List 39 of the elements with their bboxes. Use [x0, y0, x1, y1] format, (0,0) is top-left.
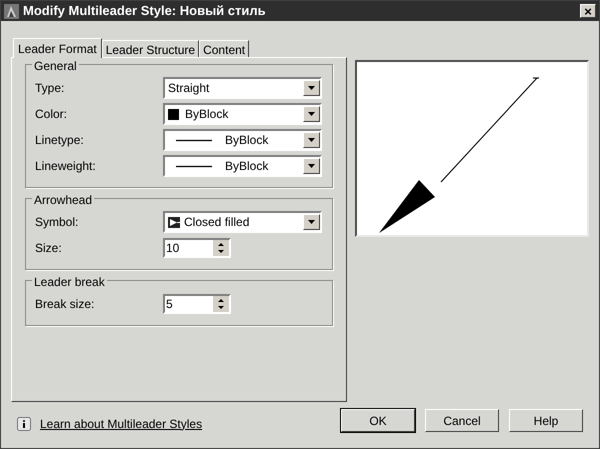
- dropdown-field[interactable]: ByBlock: [163, 129, 322, 151]
- field-label: Symbol:: [35, 214, 80, 231]
- tab[interactable]: Leader Structure: [102, 40, 200, 57]
- field-label: Lineweight:: [35, 158, 97, 175]
- dropdown-field[interactable]: ByBlock: [163, 155, 322, 177]
- arrowhead-icon: [168, 216, 180, 228]
- caret-icon: [308, 220, 315, 224]
- field-label: Type:: [35, 80, 66, 97]
- field-label: Linetype:: [35, 132, 85, 149]
- dialog-button[interactable]: Help: [509, 409, 583, 432]
- dropdown-button[interactable]: [303, 214, 320, 230]
- dropdown-button[interactable]: [303, 158, 320, 174]
- caret-icon: [308, 86, 315, 90]
- tab[interactable]: Leader Format: [13, 38, 102, 58]
- dropdown-field[interactable]: Straight: [163, 77, 322, 99]
- caret-icon: [308, 164, 315, 168]
- close-button[interactable]: ×: [580, 4, 596, 18]
- field-label: Size:: [35, 240, 63, 257]
- dropdown-button[interactable]: [303, 80, 320, 96]
- dialog-button[interactable]: OK: [341, 409, 415, 432]
- line-sample-icon: [176, 138, 212, 142]
- dropdown-field[interactable]: ByBlock: [163, 103, 322, 125]
- spinner-field[interactable]: 10: [163, 238, 231, 258]
- dialog-button[interactable]: Cancel: [425, 409, 499, 432]
- line-sample-icon: [176, 164, 212, 168]
- dropdown-button[interactable]: [303, 106, 320, 122]
- dropdown-button[interactable]: [303, 132, 320, 148]
- help-link[interactable]: Learn about Multileader Styles: [40, 414, 341, 432]
- tab[interactable]: Content: [199, 40, 250, 57]
- field-label: Color:: [35, 106, 68, 123]
- info-icon: [17, 416, 31, 430]
- spinner-field[interactable]: 5: [163, 294, 231, 314]
- app-icon: [4, 4, 19, 18]
- color-swatch: [168, 108, 179, 120]
- caret-icon: [308, 112, 315, 116]
- window-title: Modify Multileader Style: Новый стиль: [23, 2, 267, 20]
- field-label: Break size:: [35, 296, 96, 313]
- caret-icon: [308, 138, 315, 142]
- dropdown-field[interactable]: Closed filled: [163, 211, 322, 233]
